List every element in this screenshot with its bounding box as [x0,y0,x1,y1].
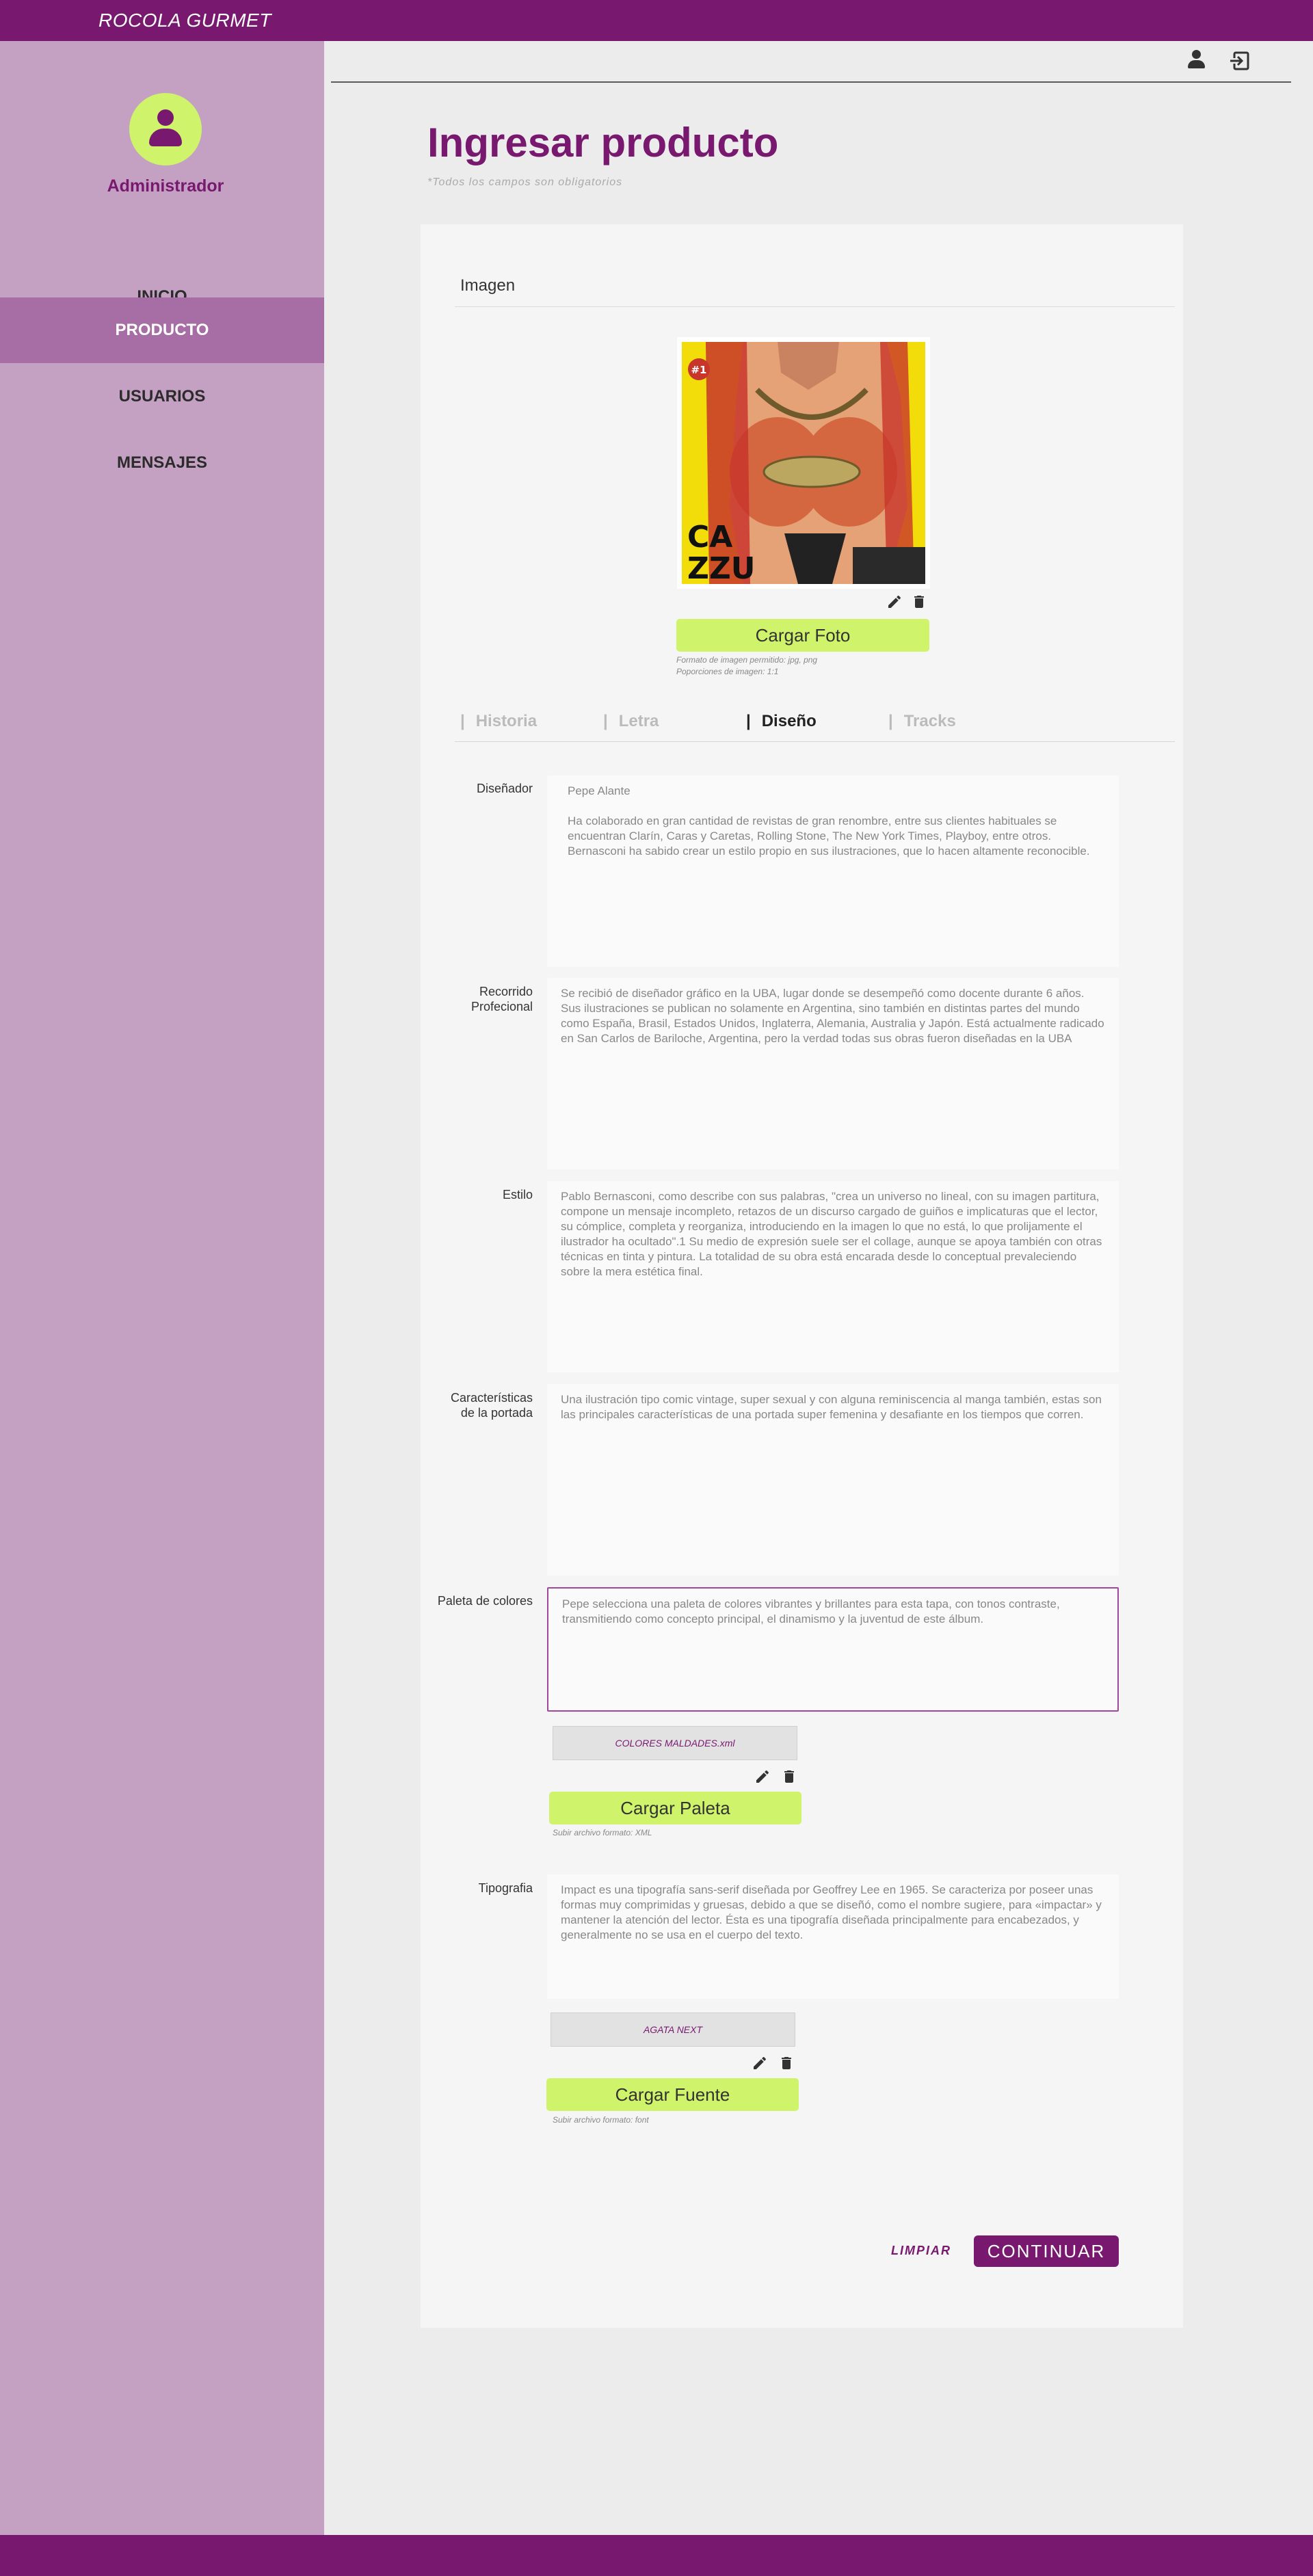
palette-label: Paleta de colores [437,1594,533,1608]
image-format-note: Formato de imagen permitido: jpg, png [676,655,818,665]
edit-image-icon[interactable] [886,594,903,610]
avatar-user-icon-body [149,129,182,146]
cover-image-preview: #1 CA ZZU [677,337,930,589]
brand-logo[interactable]: ROCOLA GURMET [98,10,271,31]
edit-font-icon[interactable] [752,2055,768,2071]
tab-letra[interactable]: | Letra [603,712,659,731]
style-field[interactable]: Pablo Bernasconi, como describe con sus … [547,1181,1119,1372]
cover-features-label: Características de la portada [451,1391,533,1420]
designer-label: Diseñador [476,782,533,795]
header-divider [331,81,1291,83]
svg-text:CA: CA [687,520,732,555]
career-field[interactable]: Se recibió de diseñador gráfico en la UB… [547,978,1119,1169]
tab-diseno[interactable]: | Diseño [746,712,817,731]
font-format-note: Subir archivo formato: font [553,2115,649,2125]
cover-illustration: #1 CA ZZU [682,342,925,584]
typography-field[interactable]: Impact es una tipografía sans-serif dise… [547,1874,1119,1999]
user-icon[interactable] [1186,50,1206,70]
palette-file-chip: COLORES MALDADES.xml [553,1726,797,1760]
font-file-chip: AGATA NEXT [551,2013,795,2047]
svg-text:#1: #1 [691,364,706,376]
tabs-divider [455,741,1175,742]
tab-tracks[interactable]: | Tracks [888,712,956,731]
upload-palette-button[interactable]: Cargar Paleta [549,1792,801,1824]
section-divider [455,306,1175,307]
image-ratio-note: Poporciones de imagen: 1:1 [676,667,779,676]
cover-features-field[interactable]: Una ilustración tipo comic vintage, supe… [547,1384,1119,1576]
palette-field[interactable]: Pepe selecciona una paleta de colores vi… [547,1587,1119,1712]
continue-button[interactable]: CONTINUAR [974,2235,1119,2267]
delete-image-icon[interactable] [911,594,927,610]
upload-photo-button[interactable]: Cargar Foto [676,619,929,652]
sidebar-item-usuarios[interactable]: USUARIOS [0,364,324,429]
footer-bar [0,2535,1313,2576]
upload-font-button[interactable]: Cargar Fuente [546,2078,799,2111]
required-hint: *Todos los campos son obligatorios [427,176,623,188]
image-section-title: Imagen [460,276,516,295]
sidebar-item-mensajes[interactable]: MENSAJES [0,430,324,496]
edit-palette-icon[interactable] [754,1768,771,1785]
typography-label: Tipografia [478,1881,533,1895]
user-role: Administrador [107,176,224,196]
tab-historia[interactable]: | Historia [460,712,537,731]
delete-palette-icon[interactable] [781,1768,797,1785]
logout-icon[interactable] [1230,51,1250,71]
avatar-user-icon [157,109,174,126]
career-label: Recorrido Profecional [470,985,533,1013]
style-label: Estilo [502,1188,533,1201]
clear-button[interactable]: LIMPIAR [891,2244,951,2258]
designer-bio: Ha colaborado en gran cantidad de revist… [568,814,1090,858]
palette-format-note: Subir archivo formato: XML [553,1828,652,1837]
delete-font-icon[interactable] [778,2055,795,2071]
designer-name: Pepe Alante [568,784,631,797]
sidebar: Administrador INICIO PRODUCTO USUARIOS M… [0,41,324,2535]
designer-field[interactable]: Pepe Alante Ha colaborado en gran cantid… [547,775,1119,967]
page-title: Ingresar producto [427,120,779,165]
avatar [129,93,202,165]
sidebar-item-producto[interactable]: PRODUCTO [0,297,324,363]
svg-text:ZZU: ZZU [687,551,756,584]
top-bar: ROCOLA GURMET [0,0,1313,41]
